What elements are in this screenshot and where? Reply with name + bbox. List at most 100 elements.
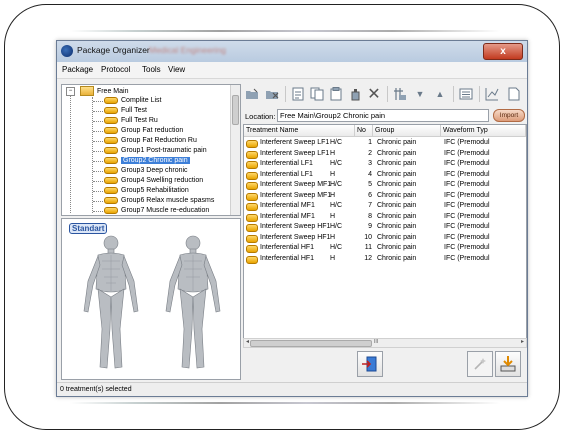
table-row[interactable]: Interferent Sweep MF1 H 6 Chronic pain IFC (… [244, 191, 526, 202]
menu-view[interactable]: View [168, 65, 185, 74]
scroll-left-icon[interactable]: ◂ [246, 338, 249, 345]
tree-line [93, 201, 103, 202]
download-tray-icon [500, 356, 516, 372]
tree-line [93, 111, 103, 112]
spray-icon[interactable] [346, 85, 364, 103]
delete-icon[interactable]: ✕ [365, 85, 383, 103]
tree-line [93, 141, 103, 142]
treatment-capsule-icon [246, 192, 258, 201]
paste-icon[interactable] [327, 85, 345, 103]
tree-item-label: Group6 Relax muscle spasms [121, 197, 215, 204]
tree-item[interactable]: Group6 Relax muscle spasms [104, 196, 214, 206]
cell-no: 7 [368, 202, 372, 209]
disabled-action-button[interactable] [467, 351, 493, 377]
tree-item[interactable]: Full Test Ru [104, 116, 158, 126]
column-header-waveform[interactable]: Waveform Typ [441, 125, 526, 137]
close-button[interactable]: x [483, 43, 523, 60]
menu-bar: Package Protocol Tools View [57, 62, 527, 79]
location-label: Location: [245, 112, 276, 121]
chart-icon[interactable] [483, 85, 501, 103]
toolbar-separator [479, 86, 480, 102]
scroll-right-icon[interactable]: ▸ [521, 338, 524, 345]
column-header-treatment-name[interactable]: Treatment Name [244, 125, 355, 137]
toolbar-separator [453, 86, 454, 102]
table-row[interactable]: Interferential LF1 H/C 3 Chronic pain IFC (P… [244, 159, 526, 170]
menu-protocol[interactable]: Protocol [101, 65, 130, 74]
list-icon[interactable] [457, 85, 475, 103]
tree-item[interactable]: Group Fat reduction [104, 126, 183, 136]
move-down-icon[interactable]: ▼ [411, 85, 429, 103]
package-capsule-icon [104, 176, 118, 184]
toolbar: ✕ ▼ ▲ [243, 84, 525, 106]
package-capsule-icon [104, 96, 118, 104]
tree-scrollbar[interactable] [230, 85, 240, 215]
decorative-line-top [70, 30, 500, 32]
cell-no: 1 [368, 139, 372, 146]
document-icon[interactable] [505, 85, 523, 103]
tree-item-label: Complite List [121, 97, 162, 104]
table-row[interactable]: Interferent Sweep LF1 H 2 Chronic pain IFC (… [244, 149, 526, 160]
cell-no: 9 [368, 223, 372, 230]
table-scroll-thumb[interactable] [250, 340, 372, 347]
tree-item[interactable]: Group5 Rehabilitation [104, 186, 189, 196]
location-field[interactable]: Free Main\Group2 Chronic pain [277, 109, 489, 122]
table-row[interactable]: Interferent Sweep HF1 H/C 9 Chronic pain IFC… [244, 222, 526, 233]
table-row[interactable]: Interferent Sweep HF1 H 10 Chronic pain IFC … [244, 233, 526, 244]
tree-scroll-thumb[interactable] [232, 95, 239, 125]
move-up-icon[interactable]: ▲ [431, 85, 449, 103]
add-item-icon[interactable] [391, 85, 409, 103]
treatment-capsule-icon [246, 150, 258, 159]
tree-item-label: Group3 Deep chronic [121, 167, 188, 174]
menu-tools[interactable]: Tools [142, 65, 161, 74]
tree-item-label: Full Test Ru [121, 117, 158, 124]
treatment-capsule-icon [246, 203, 258, 211]
treatment-capsule-icon [246, 171, 258, 180]
tree-item[interactable]: Full Test [104, 106, 147, 116]
cell-no: 4 [368, 170, 372, 178]
table-row[interactable]: Interferential HF1 H 12 Chronic pain IFC (Pr… [244, 254, 526, 265]
package-tree[interactable]: − Free Main Complite List Full Test Full T… [61, 84, 241, 216]
open-folder-icon[interactable] [243, 85, 261, 103]
tree-item[interactable]: Complite List [104, 96, 161, 106]
tree-item[interactable]: Group7 Muscle re-education [104, 206, 209, 215]
treatment-capsule-icon [246, 140, 258, 148]
cell-waveform: IFC (Premodul [444, 212, 490, 220]
folder-icon [79, 86, 94, 96]
cell-mode: H [330, 212, 336, 220]
table-horizontal-scrollbar[interactable]: ◂ III ▸ [243, 338, 527, 348]
tree-item[interactable]: Group3 Deep chronic [104, 166, 188, 176]
download-button[interactable] [495, 351, 521, 377]
table-row[interactable]: Interferential LF1 H 4 Chronic pain IFC (Pre… [244, 170, 526, 181]
tree-item[interactable]: Group2 Chronic pain [104, 156, 190, 166]
package-capsule-icon [104, 156, 118, 164]
cell-group: Chronic pain [377, 170, 417, 178]
import-button[interactable]: Import [493, 109, 525, 122]
treatment-capsule-icon [246, 245, 258, 253]
package-capsule-icon [104, 106, 118, 114]
tree-line [93, 121, 103, 122]
table-row[interactable]: Interferent Sweep MF1 H/C 5 Chronic pain IFC… [244, 180, 526, 191]
cell-group: Chronic pain [377, 202, 417, 209]
column-header-group[interactable]: Group [373, 125, 441, 137]
tree-line [93, 101, 103, 102]
tree-line [93, 151, 103, 152]
copy-icon[interactable] [308, 85, 326, 103]
tree-item[interactable]: Group Fat Reduction Ru [104, 136, 197, 146]
cell-mode: H/C [330, 139, 343, 146]
tree-line [92, 97, 93, 213]
cell-waveform: IFC (Premodul [444, 233, 490, 241]
tree-item[interactable]: Group4 Swelling reduction [104, 176, 203, 186]
table-row[interactable]: Interferential MF1 H/C 7 Chronic pain IFC (P… [244, 201, 526, 212]
table-row[interactable]: Interferential MF1 H 8 Chronic pain IFC (Pre… [244, 212, 526, 223]
cell-mode: H [330, 170, 336, 178]
tree-root[interactable]: − Free Main [66, 86, 128, 96]
menu-package[interactable]: Package [62, 65, 93, 74]
column-header-no[interactable]: No [355, 125, 373, 137]
tree-item[interactable]: Group1 Post-traumatic pain [104, 146, 207, 156]
table-row[interactable]: Interferent Sweep LF1 H/C 1 Chronic pain IFC… [244, 138, 526, 149]
scroll-grip: III [374, 339, 379, 345]
table-row[interactable]: Interferential HF1 H/C 11 Chronic pain IFC (… [244, 243, 526, 254]
delete-folder-icon[interactable] [263, 85, 281, 103]
exit-button[interactable] [357, 351, 383, 377]
new-doc-icon[interactable] [289, 85, 307, 103]
